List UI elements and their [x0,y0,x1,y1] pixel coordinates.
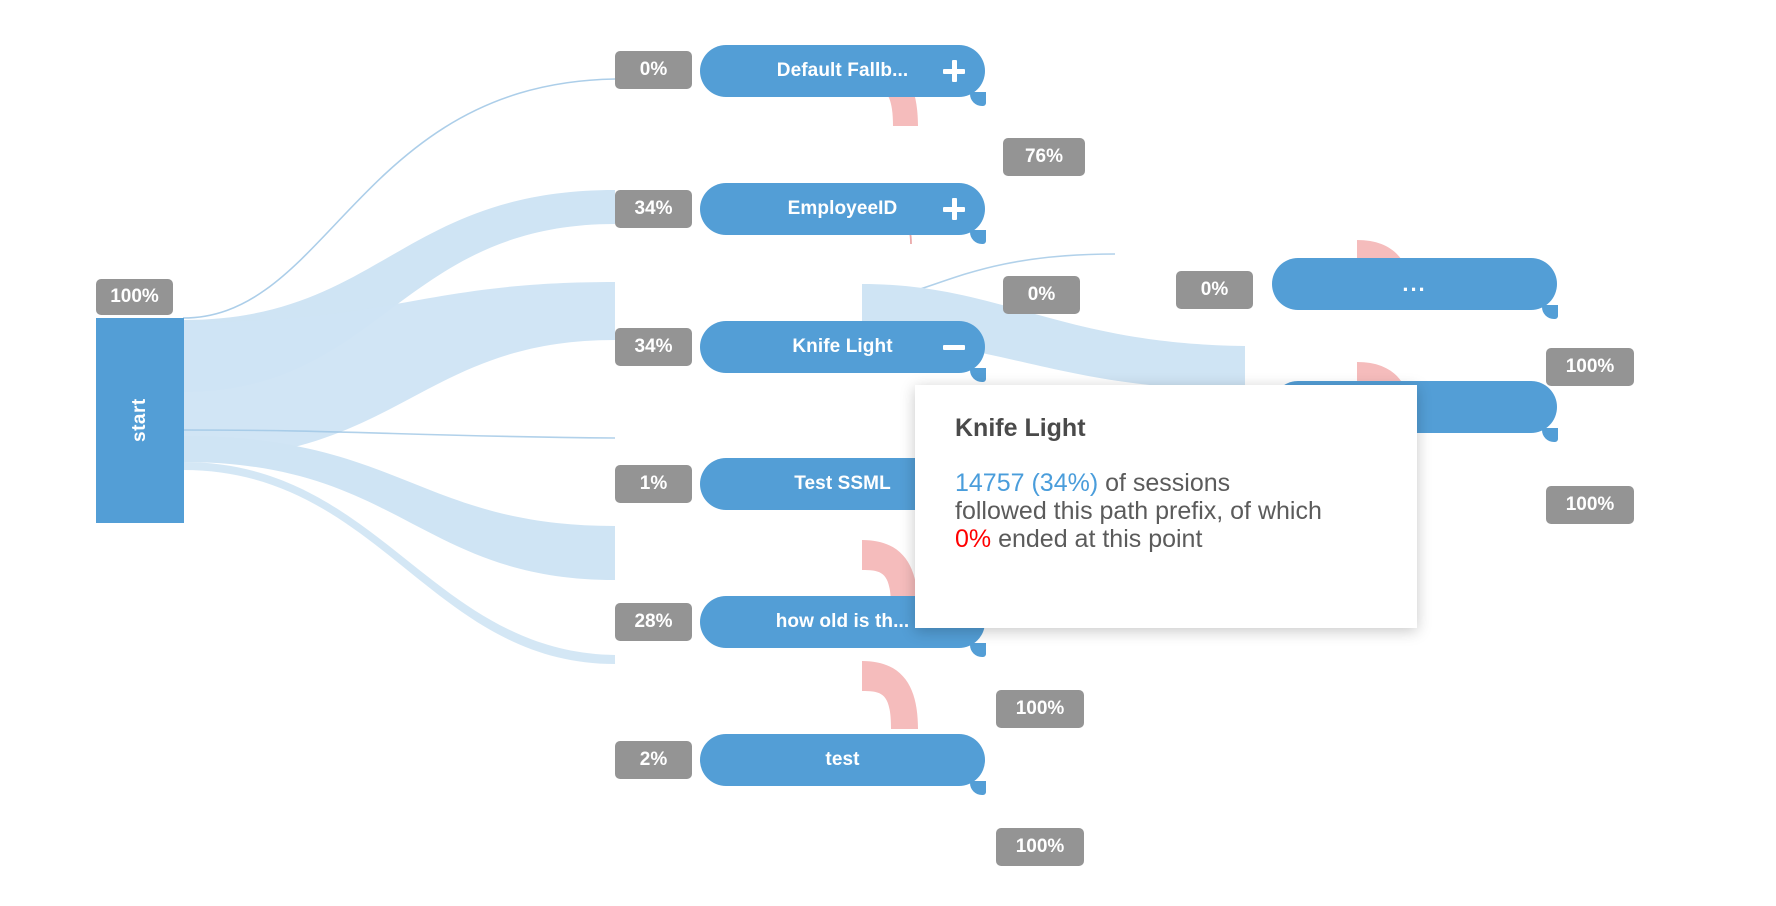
badge-in-employeeid: 34% [615,190,692,228]
badge-dropoff-hidden: 100% [1546,486,1634,524]
node-knife-light-label: Knife Light [792,336,893,357]
node-hover-tooltip: Knife Light 14757 (34%) of sessions foll… [915,385,1417,628]
badge-in-ellipsis: 0% [1176,271,1253,309]
tooltip-title: Knife Light [955,414,1086,442]
node-test[interactable]: test [700,734,986,795]
badge-dropoff-ellipsis: 100% [1546,348,1634,386]
flow-diagram-canvas: start 100% 0% Default Fallb... 76% 34% E… [0,0,1776,906]
node-start[interactable]: start [96,318,184,523]
badge-dropoff-how-old: 100% [996,690,1084,728]
expand-plus-icon-default-fallback[interactable] [941,58,967,84]
badge-dropoff-default-fallback: 76% [1003,138,1085,176]
badge-in-test-ssml: 1% [615,465,692,503]
dropoff-test [862,661,918,729]
node-test-ssml-label: Test SSML [794,473,891,494]
tooltip-line3-tail: ended at this point [991,525,1203,553]
node-default-fallback[interactable]: Default Fallb... [700,45,986,106]
tooltip-body: 14757 (34%) of sessions followed this pa… [955,469,1381,554]
tooltip-line1-tail: of sessions [1098,468,1231,497]
node-employeeid[interactable]: EmployeeID [700,183,986,244]
badge-dropoff-employeeid: 0% [1003,276,1080,314]
node-employeeid-label: EmployeeID [787,198,898,219]
badge-in-knife-light: 34% [615,328,692,366]
node-default-fallback-label: Default Fallb... [776,60,909,81]
badge-dropoff-test: 100% [996,828,1084,866]
expand-plus-icon-employeeid[interactable] [941,196,967,222]
badge-in-how-old: 28% [615,603,692,641]
node-ellipsis-label: ... [1402,271,1427,296]
collapse-minus-icon-knife-light[interactable] [941,334,967,360]
badge-in-default-fallback: 0% [615,51,692,89]
node-how-old-is-th-label: how old is th... [775,611,910,632]
badge-in-test: 2% [615,741,692,779]
node-test-label: test [825,749,860,770]
tooltip-session-count: 14757 (34%) [955,468,1099,497]
node-knife-light[interactable]: Knife Light [700,321,986,382]
tooltip-line2: followed this path prefix, of which [955,496,1322,525]
tooltip-ended-percent: 0% [955,525,992,553]
badge-start-percent: 100% [96,279,173,315]
node-ellipsis[interactable]: ... [1272,258,1558,319]
node-start-label: start [129,398,150,443]
